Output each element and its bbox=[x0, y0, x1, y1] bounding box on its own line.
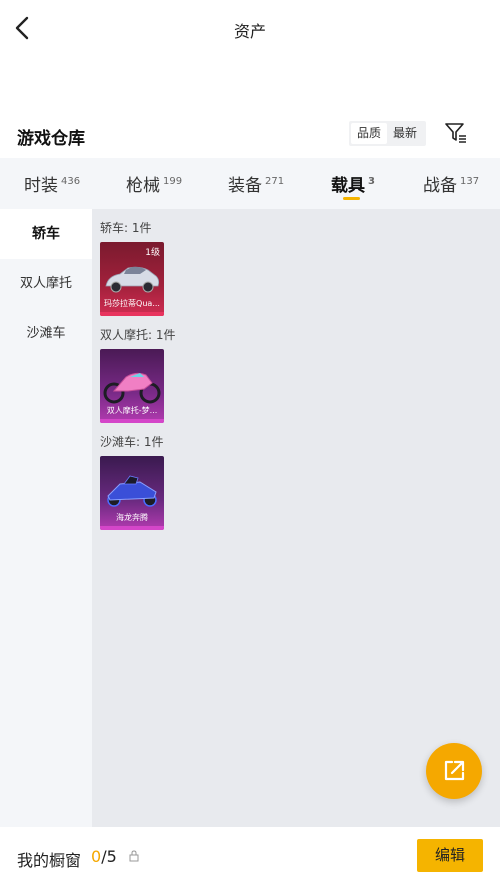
tab-firearms[interactable]: 枪械 199 bbox=[126, 171, 182, 196]
item-name: 海龙奔腾 bbox=[116, 513, 148, 522]
tab-label: 枪械 bbox=[126, 176, 160, 196]
sort-toggle: 品质 最新 bbox=[349, 121, 426, 146]
tab-vehicles[interactable]: 载具 3 bbox=[331, 171, 375, 196]
tab-label: 装备 bbox=[228, 176, 262, 196]
showcase-current: 0 bbox=[91, 847, 102, 866]
group-label-sedan: 轿车: 1件 bbox=[100, 221, 152, 235]
sort-newest-option[interactable]: 最新 bbox=[387, 123, 423, 144]
showcase-count: 0/5 bbox=[91, 847, 117, 866]
showcase-total: /5 bbox=[101, 847, 117, 866]
vehicle-card-motorcycle[interactable]: 双人摩托-梦... bbox=[100, 349, 164, 423]
item-name: 双人摩托-梦... bbox=[106, 406, 158, 415]
sidebar-item-motorcycle[interactable]: 双人摩托 bbox=[0, 259, 92, 309]
tab-count: 137 bbox=[460, 176, 480, 187]
rarity-bar bbox=[100, 526, 164, 530]
item-name: 玛莎拉蒂Qua... bbox=[104, 299, 160, 308]
sidebar: 轿车 双人摩托 沙滩车 bbox=[0, 209, 92, 827]
active-tab-indicator bbox=[343, 197, 360, 200]
sidebar-item-buggy[interactable]: 沙滩车 bbox=[0, 309, 92, 359]
vehicle-list: 轿车: 1件 1级 玛莎拉蒂Qua... 双人摩托: 1件 双人摩托-梦... … bbox=[92, 209, 500, 827]
page-title: 资产 bbox=[233, 22, 266, 41]
tab-label: 时装 bbox=[24, 176, 58, 196]
showcase-label: 我的橱窗 bbox=[17, 851, 82, 870]
tab-equipment[interactable]: 装备 271 bbox=[228, 171, 284, 196]
buggy-image bbox=[107, 475, 157, 507]
vehicle-card-buggy[interactable]: 海龙奔腾 bbox=[100, 456, 164, 530]
tab-count: 436 bbox=[61, 176, 81, 187]
share-button[interactable] bbox=[426, 743, 482, 799]
edit-button[interactable]: 编辑 bbox=[417, 839, 483, 872]
group-label-motorcycle: 双人摩托: 1件 bbox=[100, 328, 176, 342]
tab-supplies[interactable]: 战备 137 bbox=[423, 171, 479, 196]
rarity-bar bbox=[100, 419, 164, 423]
lock-icon bbox=[129, 850, 139, 862]
category-tabs: 时装 436 枪械 199 装备 271 载具 3 战备 137 bbox=[0, 158, 500, 209]
showcase-bar: 我的橱窗 0/5 编辑 bbox=[0, 827, 500, 885]
filter-icon bbox=[445, 123, 466, 143]
tab-fashion[interactable]: 时装 436 bbox=[24, 171, 80, 196]
top-bar: 资产 bbox=[0, 0, 500, 58]
warehouse-title: 游戏仓库 bbox=[17, 129, 85, 149]
car-image bbox=[105, 266, 160, 293]
tab-label: 战备 bbox=[423, 176, 457, 196]
share-icon bbox=[444, 760, 465, 781]
vehicle-card-sedan[interactable]: 1级 玛莎拉蒂Qua... bbox=[100, 242, 164, 316]
group-label-buggy: 沙滩车: 1件 bbox=[100, 435, 164, 449]
tab-count: 199 bbox=[163, 176, 183, 187]
filter-button[interactable] bbox=[444, 121, 468, 145]
sidebar-item-sedan[interactable]: 轿车 bbox=[0, 209, 92, 259]
motorcycle-image bbox=[103, 372, 161, 404]
tab-label: 载具 bbox=[331, 176, 365, 196]
rarity-bar bbox=[100, 312, 164, 316]
sort-quality-option[interactable]: 品质 bbox=[351, 123, 388, 144]
tab-count: 3 bbox=[368, 176, 375, 187]
tab-count: 271 bbox=[265, 176, 285, 187]
